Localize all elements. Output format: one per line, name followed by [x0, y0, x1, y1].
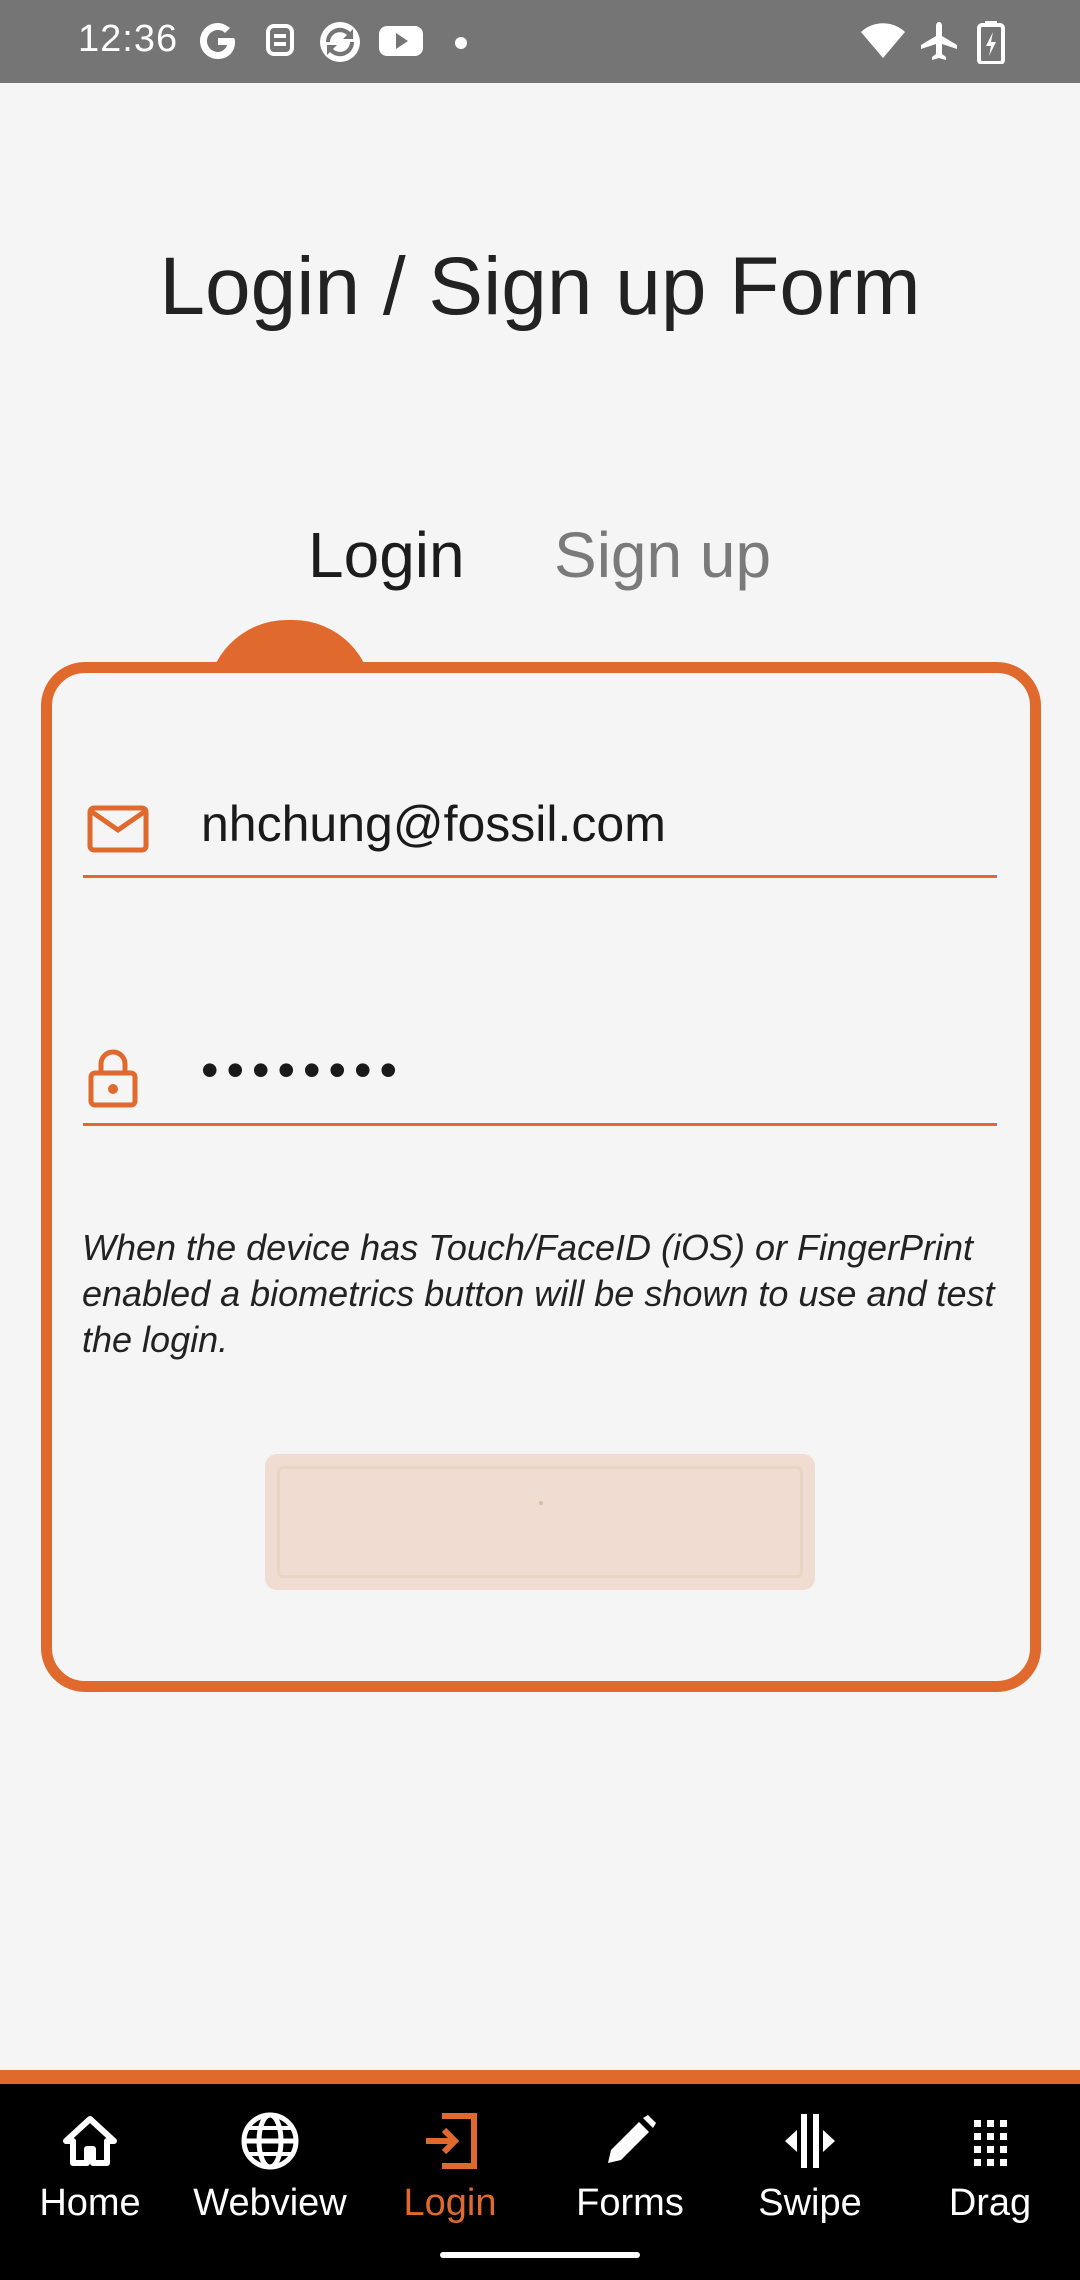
mail-icon — [87, 805, 149, 858]
login-button[interactable] — [265, 1454, 815, 1590]
grid-icon — [900, 2106, 1080, 2176]
battery-icon — [976, 20, 1006, 69]
dot-icon — [454, 36, 468, 55]
email-value[interactable]: nhchung@fossil.com — [201, 795, 666, 853]
pencil-icon — [540, 2106, 720, 2176]
nav-label-login: Login — [403, 2182, 497, 2224]
nav-label-forms: Forms — [576, 2182, 684, 2224]
sync-icon — [318, 20, 362, 69]
wifi-icon — [860, 20, 906, 65]
globe-icon — [180, 2106, 360, 2176]
tab-login[interactable]: Login — [308, 510, 465, 600]
nav-label-home: Home — [39, 2182, 141, 2224]
email-field[interactable]: nhchung@fossil.com — [83, 785, 997, 878]
nav-top-border — [0, 2070, 1080, 2084]
nav-label-swipe: Swipe — [758, 2182, 862, 2224]
nav-item-swipe[interactable]: Swipe — [720, 2106, 900, 2246]
assistant-icon — [262, 20, 298, 67]
nav-label-drag: Drag — [948, 2182, 1032, 2224]
password-value[interactable]: •••••••• — [201, 1041, 405, 1099]
nav-item-home[interactable]: Home — [0, 2106, 180, 2246]
airplane-icon — [918, 20, 960, 67]
button-indicator-dot — [539, 1501, 543, 1505]
lock-icon — [87, 1047, 139, 1114]
status-time: 12:36 — [78, 18, 179, 60]
tab-bar: Login Sign up — [0, 510, 1080, 600]
login-icon — [360, 2106, 540, 2176]
youtube-icon — [378, 20, 424, 65]
nav-label-webview: Webview — [193, 2182, 347, 2224]
home-indicator[interactable] — [440, 2252, 640, 2258]
status-bar: 12:36 — [0, 0, 1080, 83]
page-title: Login / Sign up Form — [159, 241, 921, 332]
login-button-inner — [277, 1466, 803, 1578]
password-field[interactable]: •••••••• — [83, 1033, 997, 1126]
nav-item-forms[interactable]: Forms — [540, 2106, 720, 2246]
home-icon — [0, 2106, 180, 2176]
google-icon — [198, 20, 238, 67]
nav-item-webview[interactable]: Webview — [180, 2106, 360, 2246]
nav-item-login[interactable]: Login — [360, 2106, 540, 2246]
nav-item-drag[interactable]: Drag — [900, 2106, 1080, 2246]
swipe-icon — [720, 2106, 900, 2176]
bottom-nav: Home Webview Login Forms Swipe Drag — [0, 2084, 1080, 2280]
tab-sign-up[interactable]: Sign up — [554, 510, 771, 600]
biometrics-note: When the device has Touch/FaceID (iOS) o… — [82, 1227, 995, 1360]
